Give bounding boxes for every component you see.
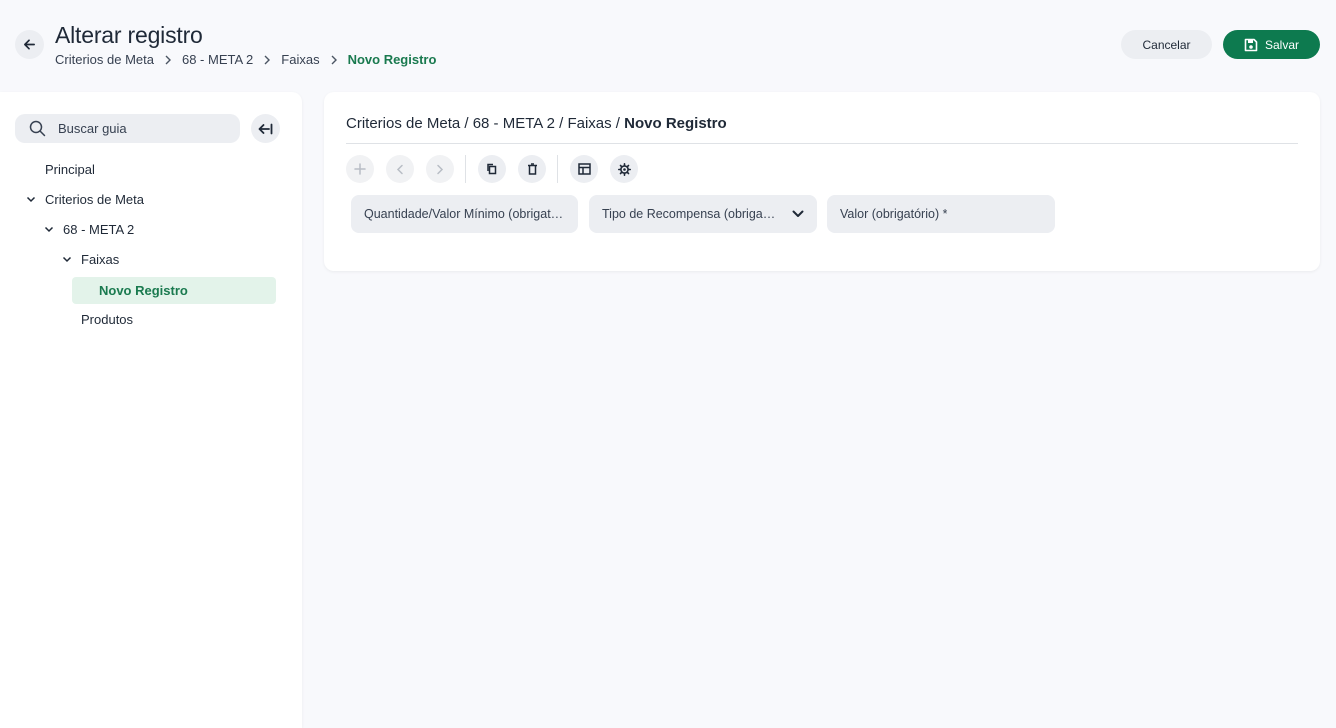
arrow-left-icon (24, 39, 35, 50)
settings-button[interactable] (610, 155, 638, 183)
panel-path-prefix: Criterios de Meta / 68 - META 2 / Faixas… (346, 115, 625, 132)
add-record-button[interactable] (346, 155, 374, 183)
chevron-down-icon[interactable] (43, 226, 55, 233)
quantidade-valor-minimo-field[interactable]: Quantidade/Valor Mínimo (obrigatório) * (351, 195, 578, 233)
sidebar-item-68-meta-2[interactable]: 68 - META 2 (43, 216, 134, 243)
collapse-left-icon (258, 123, 273, 134)
sidebar-item-label: Produtos (81, 312, 134, 327)
page-header: Alterar registro Criterios de Meta 68 - … (0, 0, 1336, 84)
field-label: Tipo de Recompensa (obrigatório) * (602, 207, 777, 221)
sidebar-item-label: Principal (45, 162, 95, 177)
breadcrumb-current: Novo Registro (347, 52, 437, 67)
field-label: Quantidade/Valor Mínimo (obrigatório) * (364, 207, 565, 221)
chevron-down-icon[interactable] (25, 196, 37, 203)
collapse-sidebar-button[interactable] (251, 114, 280, 143)
valor-field[interactable]: Valor (obrigatório) * (827, 195, 1055, 233)
table-icon (577, 163, 591, 175)
form-panel: Criterios de Meta / 68 - META 2 / Faixas… (324, 92, 1320, 271)
sidebar-item-faixas[interactable]: Faixas (61, 246, 119, 273)
breadcrumb-item-faixas[interactable]: Faixas (281, 52, 319, 67)
sidebar-item-produtos[interactable]: Produtos (81, 306, 133, 333)
panel-path: Criterios de Meta / 68 - META 2 / Faixas… (346, 115, 727, 132)
tipo-de-recompensa-select[interactable]: Tipo de Recompensa (obrigatório) * (589, 195, 817, 233)
breadcrumb-item-criterios[interactable]: Criterios de Meta (55, 52, 154, 67)
sidebar-item-label: Criterios de Meta (45, 192, 144, 207)
save-button[interactable]: Salvar (1223, 30, 1320, 59)
plus-icon (354, 163, 366, 175)
toolbar-separator (557, 155, 558, 183)
chevron-down-icon (792, 210, 804, 217)
next-record-button[interactable] (426, 155, 454, 183)
field-label: Valor (obrigatório) * (840, 207, 948, 221)
divider (346, 143, 1298, 144)
copy-record-button[interactable] (478, 155, 506, 183)
chevron-left-icon (396, 164, 403, 174)
toolbar-separator (465, 155, 466, 183)
chevron-down-icon[interactable] (61, 256, 73, 263)
save-button-label: Salvar (1264, 37, 1299, 52)
panel-path-current: Novo Registro (624, 115, 727, 132)
table-view-button[interactable] (570, 155, 598, 183)
search-box (15, 114, 240, 143)
delete-record-button[interactable] (518, 155, 546, 183)
copy-icon (487, 163, 497, 175)
chevron-right-icon (437, 164, 444, 174)
save-icon (1244, 38, 1258, 51)
breadcrumb: Criterios de Meta 68 - META 2 Faixas Nov… (55, 52, 436, 67)
sidebar-item-novo-registro[interactable]: Novo Registro (72, 277, 276, 304)
previous-record-button[interactable] (386, 155, 414, 183)
search-icon (29, 120, 46, 137)
sidebar-item-label: 68 - META 2 (63, 222, 135, 237)
sidebar-item-criterios-de-meta[interactable]: Criterios de Meta (25, 186, 144, 213)
breadcrumb-item-meta[interactable]: 68 - META 2 (182, 52, 253, 67)
chevron-right-icon (330, 55, 338, 65)
search-input[interactable] (58, 121, 218, 136)
sidebar: Principal Criterios de Meta 68 - META 2 … (0, 92, 302, 728)
sidebar-item-label: Novo Registro (99, 283, 188, 298)
chevron-right-icon (164, 55, 172, 65)
back-button[interactable] (15, 30, 44, 59)
settings-icon (617, 162, 631, 176)
sidebar-item-label: Faixas (81, 252, 120, 267)
sidebar-item-principal[interactable]: Principal (45, 156, 95, 183)
page-title: Alterar registro (55, 22, 203, 48)
record-toolbar (346, 155, 650, 183)
chevron-right-icon (263, 55, 271, 65)
cancel-button[interactable]: Cancelar (1121, 30, 1212, 59)
trash-icon (527, 163, 537, 175)
